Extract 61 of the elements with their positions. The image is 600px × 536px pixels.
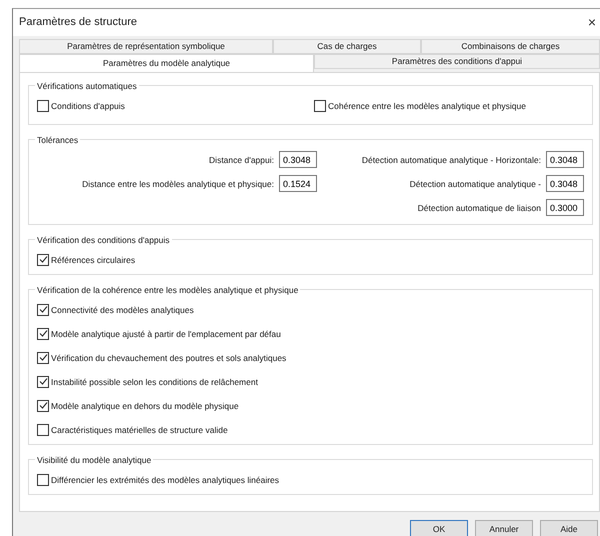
window-title: Paramètres de structure: [19, 16, 137, 28]
checkbox-label: Différencier les extrémités des modèles analytiques linéaires: [51, 474, 280, 485]
group-title: Vérification de la cohérence entre les modèles analytique et physique: [36, 284, 300, 295]
input-field[interactable]: 0.1524: [279, 175, 317, 192]
tab[interactable]: Paramètres des conditions d'appui: [314, 54, 600, 69]
checkbox-box[interactable]: [37, 474, 49, 486]
input-field[interactable]: 0.3048: [279, 151, 317, 168]
checkbox-label: Références circulaires: [51, 254, 136, 265]
checkbox-box[interactable]: [37, 352, 49, 364]
checkbox[interactable]: Cohérence entre les modèles analytique et physique: [314, 94, 584, 118]
check-icon: [38, 305, 48, 314]
checkbox-label: Connectivité des modèles analytiques: [51, 304, 194, 315]
dialog-button[interactable]: Annuler: [475, 520, 533, 536]
checkbox-box[interactable]: [37, 100, 49, 112]
checkbox[interactable]: Modèle analytique ajusté à partir de l'emplacement par défau: [37, 322, 584, 346]
checkbox[interactable]: Différencier les extrémités des modèles analytiques linéaires: [37, 468, 584, 492]
field-label: Distance entre les modèles analytique et physique:: [82, 178, 274, 189]
input-field[interactable]: 0.3000: [546, 199, 584, 216]
checkbox-label: Vérification du chevauchement des poutres et sols analytiques: [51, 352, 286, 363]
checkbox-label: Modèle analytique ajusté à partir de l'emplacement par défau: [51, 328, 281, 339]
input-field[interactable]: 0.3048: [546, 151, 584, 168]
checkbox[interactable]: Modèle analytique en dehors du modèle physique: [37, 394, 584, 418]
checkbox[interactable]: Vérification du chevauchement des poutres et sols analytiques: [37, 346, 584, 370]
checkbox[interactable]: Caractéristiques matérielles de structure valide: [37, 418, 584, 442]
check-icon: [38, 255, 48, 264]
checkbox[interactable]: Références circulaires: [37, 248, 584, 272]
input-field[interactable]: 0.3048: [546, 175, 584, 192]
group-title: Visibilité du modèle analytique: [36, 454, 152, 465]
checkbox-box[interactable]: [314, 100, 326, 112]
checkbox[interactable]: Connectivité des modèles analytiques: [37, 298, 584, 322]
checkbox-label: Conditions d'appuis: [51, 100, 125, 111]
checkbox-box[interactable]: [37, 376, 49, 388]
dialog-button[interactable]: Aide: [540, 520, 598, 536]
tab[interactable]: Combinaisons de charges: [421, 38, 600, 54]
checkbox[interactable]: Instabilité possible selon les conditions de relâchement: [37, 370, 584, 394]
group-title: Tolérances: [36, 134, 80, 145]
checkbox-box[interactable]: [37, 424, 49, 436]
checkbox-label: Modèle analytique en dehors du modèle physique: [51, 400, 239, 411]
check-icon: [38, 401, 48, 410]
dialog-button[interactable]: OK: [410, 520, 468, 536]
checkbox-label: Instabilité possible selon les conditions de relâchement: [51, 376, 258, 387]
checkbox-box[interactable]: [37, 254, 49, 266]
check-icon: [38, 377, 48, 386]
check-icon: [38, 353, 48, 362]
tab[interactable]: Paramètres de représentation symbolique: [19, 38, 273, 54]
field-label: Détection automatique de liaison: [418, 202, 541, 213]
field-label: Détection automatique analytique - Horizontale:: [362, 154, 541, 165]
group-title: Vérification des conditions d'appuis: [36, 234, 171, 245]
close-button[interactable]: ×: [584, 14, 600, 30]
checkbox-label: Caractéristiques matérielles de structure valide: [51, 424, 228, 435]
checkbox-box[interactable]: [37, 400, 49, 412]
checkbox-label: Cohérence entre les modèles analytique et physique: [328, 100, 526, 111]
group-title: Vérifications automatiques: [36, 80, 138, 91]
tab[interactable]: Paramètres du modèle analytique: [19, 54, 314, 72]
field-label: Distance d'appui:: [209, 154, 274, 165]
tab[interactable]: Cas de charges: [273, 38, 421, 54]
checkbox-box[interactable]: [37, 304, 49, 316]
checkbox[interactable]: Conditions d'appuis: [37, 94, 314, 118]
field-label: Détection automatique analytique -: [410, 178, 541, 189]
check-icon: [38, 329, 48, 338]
checkbox-box[interactable]: [37, 328, 49, 340]
